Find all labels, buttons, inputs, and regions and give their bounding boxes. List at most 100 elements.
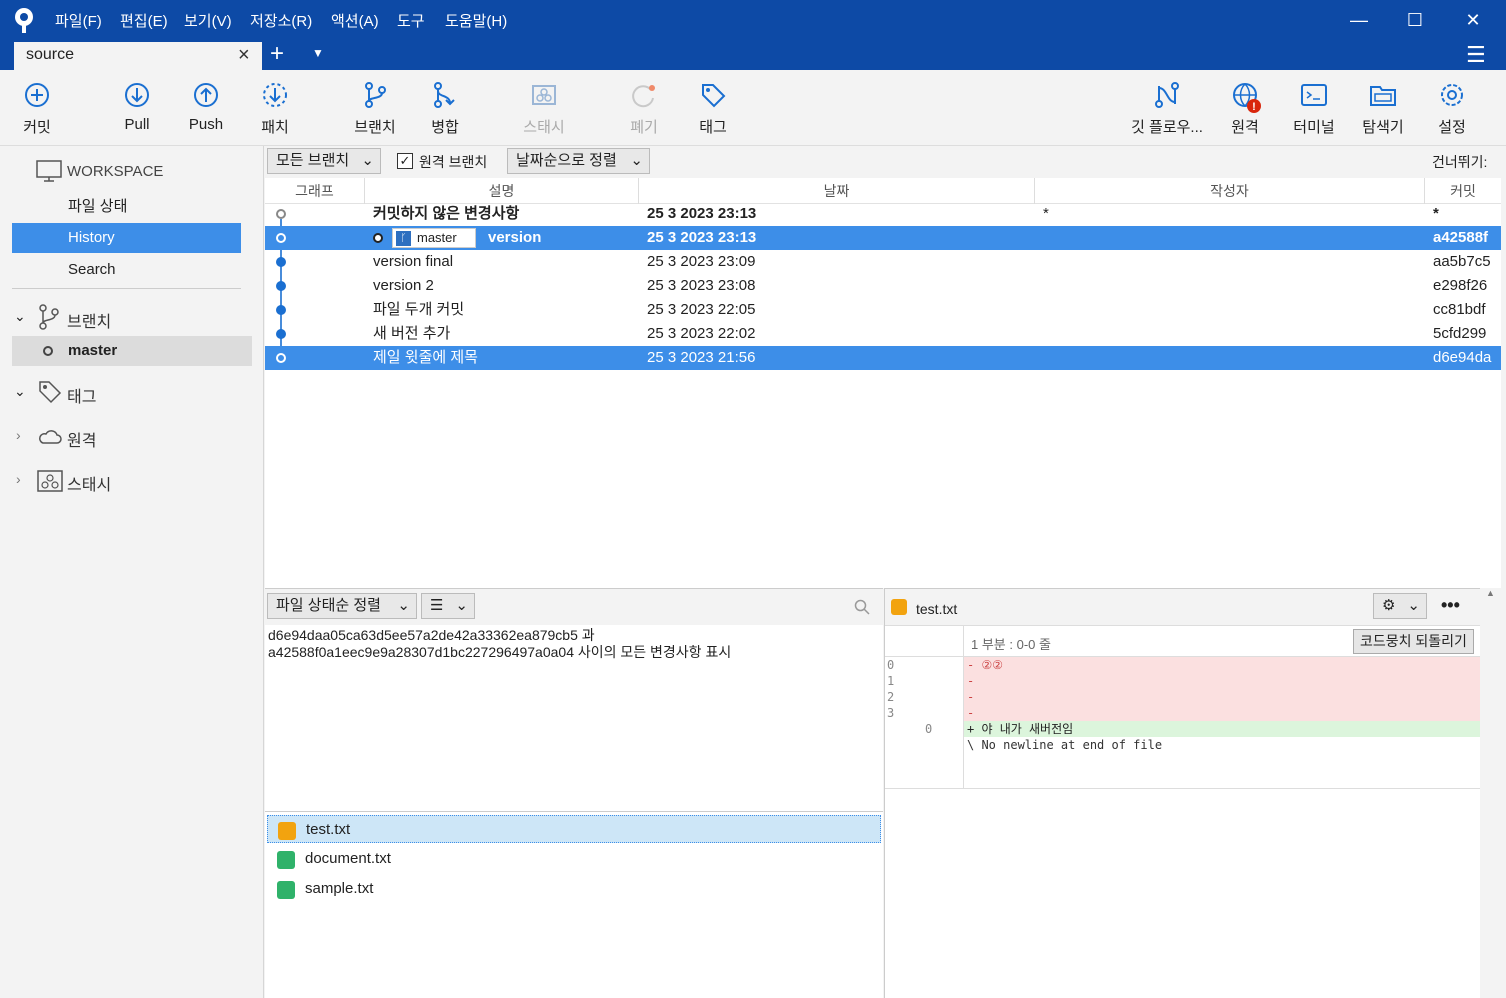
graph-node-icon xyxy=(276,257,286,267)
tag-button[interactable]: 태그 xyxy=(678,70,748,146)
sidebar-item-file-status[interactable]: 파일 상태 xyxy=(12,192,241,222)
stash-icon xyxy=(532,85,556,105)
chevron-right-icon[interactable]: › xyxy=(16,471,21,487)
chevron-right-icon[interactable]: › xyxy=(16,427,21,443)
hamburger-menu-icon[interactable]: ☰ xyxy=(1466,42,1486,68)
discard-icon xyxy=(632,85,655,108)
scrollbar[interactable]: ▲ xyxy=(1480,588,1501,998)
chevron-down-icon[interactable]: ⌄ xyxy=(14,308,26,325)
menu-repository[interactable]: 저장소(R) xyxy=(250,10,312,31)
modified-icon xyxy=(891,599,907,615)
commit-date: 25 3 2023 23:13 xyxy=(647,229,757,246)
menu-view[interactable]: 보기(V) xyxy=(184,10,232,31)
diff-options-dropdown[interactable]: ⚙ ⌄ xyxy=(1373,593,1427,619)
col-commit[interactable]: 커밋 xyxy=(1425,178,1501,204)
menu-tools[interactable]: 도구 xyxy=(397,10,425,31)
diff-header: test.txt ⚙ ⌄ ••• xyxy=(885,589,1481,625)
stash-button[interactable]: 스태시 xyxy=(509,70,579,146)
tab-label: source xyxy=(26,46,75,63)
view-mode-dropdown[interactable]: ☰ ⌄ xyxy=(421,593,475,619)
sidebar-item-history[interactable]: History xyxy=(12,223,241,253)
gear-icon: ⚙ xyxy=(1382,597,1396,614)
close-tab-icon[interactable]: × xyxy=(238,44,250,67)
tags-header[interactable]: 태그 xyxy=(67,383,96,407)
chevron-down-icon: ⌄ xyxy=(361,152,374,169)
col-description[interactable]: 설명 xyxy=(365,178,639,204)
revert-hunk-button[interactable]: 코드뭉치 되돌리기 xyxy=(1353,629,1474,654)
commit-button[interactable]: 커밋 xyxy=(2,70,72,146)
remotes-header[interactable]: 원격 xyxy=(67,427,96,451)
history-pane: 모든 브랜치 ⌄ ✓ 원격 브랜치 날짜순으로 정렬 ⌄ 건너뛰기: 그래프 설명 … xyxy=(265,146,1501,588)
commit-row[interactable]: version 2 25 3 2023 23:08 e298f26 xyxy=(265,274,1501,298)
commit-hash: aa5b7c5 xyxy=(1433,253,1491,270)
commit-description: version 2 xyxy=(373,277,434,294)
minimize-icon[interactable]: — xyxy=(1347,8,1371,32)
branches-header[interactable]: 브랜치 xyxy=(67,308,111,332)
scroll-up-icon[interactable]: ▲ xyxy=(1486,588,1495,598)
commit-row[interactable]: 새 버전 추가 25 3 2023 22:02 5cfd299 xyxy=(265,322,1501,346)
close-icon[interactable]: ✕ xyxy=(1461,8,1485,32)
skip-label: 건너뛰기: xyxy=(1432,154,1488,170)
merge-button[interactable]: 병합 xyxy=(410,70,480,146)
commit-row[interactable]: 제일 윗줄에 제목 25 3 2023 21:56 d6e94da xyxy=(265,346,1501,370)
file-row-sample[interactable]: sample.txt xyxy=(267,875,881,903)
commit-row[interactable]: 커밋하지 않은 변경사항 25 3 2023 23:13 * * xyxy=(265,202,1501,226)
commit-hash: a42588f xyxy=(1433,229,1489,246)
commit-date: 25 3 2023 23:08 xyxy=(647,277,756,294)
branch-label: master xyxy=(68,342,118,359)
menu-file[interactable]: 파일(F) xyxy=(55,10,102,31)
commit-hash: d6e94da xyxy=(1433,349,1492,366)
cloud-icon xyxy=(39,430,62,444)
col-author[interactable]: 작성자 xyxy=(1035,178,1425,204)
commit-date: 25 3 2023 21:56 xyxy=(647,349,756,366)
commit-row[interactable]: version final 25 3 2023 23:09 aa5b7c5 xyxy=(265,250,1501,274)
col-date[interactable]: 날짜 xyxy=(639,178,1035,204)
chevron-down-icon[interactable]: ▼ xyxy=(312,46,324,60)
remote-branches-checkbox[interactable]: ✓ xyxy=(397,153,413,169)
file-toolbar: 파일 상태순 정렬 ⌄ ☰ ⌄ xyxy=(265,589,883,625)
commit-row[interactable]: 파일 두개 커밋 25 3 2023 22:05 cc81bdf xyxy=(265,298,1501,322)
patch-button[interactable]: 패치 xyxy=(240,70,310,146)
head-dot-icon xyxy=(373,233,383,243)
menu-actions[interactable]: 액션(A) xyxy=(331,10,379,31)
sort-dropdown[interactable]: 날짜순으로 정렬 ⌄ xyxy=(507,148,650,174)
stashes-header[interactable]: 스태시 xyxy=(67,471,111,495)
file-row-document[interactable]: document.txt xyxy=(267,845,881,873)
commit-description: 제일 윗줄에 제목 xyxy=(373,349,478,366)
chevron-down-icon: ⌄ xyxy=(630,152,643,169)
commit-hash: e298f26 xyxy=(1433,277,1488,294)
gutter-line xyxy=(963,626,964,658)
sourcetree-logo-icon xyxy=(15,8,33,33)
file-sort-dropdown[interactable]: 파일 상태순 정렬 ⌄ xyxy=(267,593,417,619)
branch-badge[interactable]: master ᚴ xyxy=(392,228,476,248)
new-tab-icon[interactable]: + xyxy=(270,40,284,68)
added-line: + 야 내가 새버전임 xyxy=(967,722,1074,736)
graph-node-icon xyxy=(276,233,286,243)
folder-icon xyxy=(1370,86,1396,106)
tab-source[interactable]: source × xyxy=(14,40,262,70)
commit-description: 새 버전 추가 xyxy=(373,325,451,342)
chevron-down-icon[interactable]: ⌄ xyxy=(14,383,26,400)
graph-node-icon xyxy=(276,305,286,315)
more-icon[interactable]: ••• xyxy=(1441,595,1460,616)
hunk-title: 1 부분 : 0-0 줄 xyxy=(971,637,1051,652)
branch-item-master[interactable]: master xyxy=(12,336,252,366)
sidebar-item-search[interactable]: Search xyxy=(12,255,241,285)
toolbar: 커밋 Pull Push 패치 브랜치 병합 스태시 폐기 태그 깃 플로우..… xyxy=(0,70,1506,146)
commit-icon xyxy=(25,83,49,107)
search-icon[interactable] xyxy=(854,599,870,615)
commit-row[interactable]: master ᚴ version 25 3 2023 23:13 a42588f xyxy=(265,226,1501,250)
pull-button[interactable]: Pull xyxy=(102,70,172,146)
menu-help[interactable]: 도움말(H) xyxy=(445,10,507,31)
gitflow-button[interactable]: 깃 플로우... xyxy=(1131,70,1203,146)
col-graph[interactable]: 그래프 xyxy=(265,178,365,204)
hunk-header: 1 부분 : 0-0 줄 코드뭉치 되돌리기 xyxy=(885,625,1481,658)
maximize-icon[interactable]: ☐ xyxy=(1403,8,1427,32)
settings-button[interactable]: 설정 xyxy=(1417,70,1487,146)
divider xyxy=(12,288,241,289)
diff-pane: test.txt ⚙ ⌄ ••• 1 부분 : 0-0 줄 코드뭉치 되돌리기 0… xyxy=(884,588,1501,998)
file-row-test[interactable]: test.txt xyxy=(267,815,881,843)
all-branches-dropdown[interactable]: 모든 브랜치 ⌄ xyxy=(267,148,381,174)
commit-date: 25 3 2023 23:13 xyxy=(647,205,757,222)
menu-edit[interactable]: 편집(E) xyxy=(120,10,168,31)
